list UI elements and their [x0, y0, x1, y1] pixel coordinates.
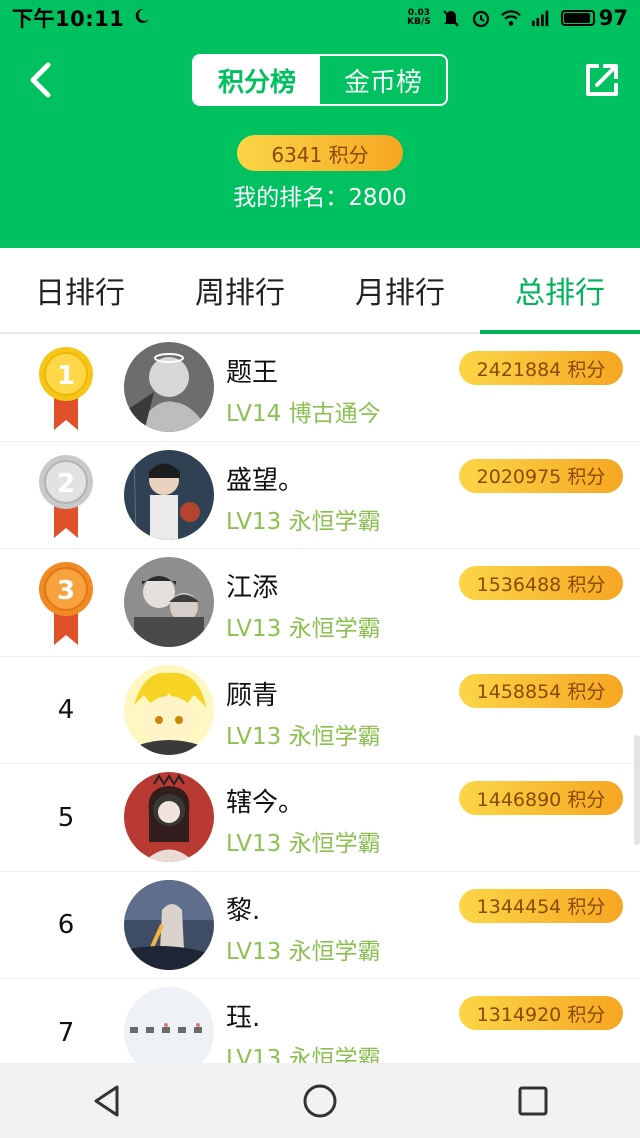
avatar[interactable]: [124, 987, 214, 1063]
medal-rank-text: 2: [57, 469, 75, 499]
system-nav-bar: [0, 1063, 640, 1138]
header: 下午10:11 0.03 KB/S 97 积分榜 金币榜 6341 积分 我的排…: [0, 0, 640, 248]
points-badge: 2020975 积分: [459, 458, 623, 493]
square-recents-icon: [518, 1086, 548, 1115]
avatar[interactable]: [124, 557, 214, 647]
avatar[interactable]: [124, 664, 214, 755]
tab-points-board[interactable]: 积分榜: [194, 56, 320, 104]
signal-icon: [531, 8, 551, 28]
user-name: 盛望。: [226, 465, 305, 496]
user-level: LV13 永恒学霸: [226, 1046, 381, 1063]
rank-number: 6: [57, 910, 75, 940]
triangle-back-icon: [94, 1085, 119, 1116]
medal-rank-text: 1: [57, 361, 75, 391]
points-badge: 1344454 积分: [459, 888, 623, 923]
scroll-indicator[interactable]: [634, 735, 640, 845]
moon-icon: [134, 8, 150, 29]
net-speed: 0.03 KB/S: [407, 9, 431, 27]
user-level: LV13 永恒学霸: [226, 831, 381, 857]
share-icon: [586, 64, 618, 96]
user-name: 顾青: [226, 680, 279, 711]
user-level: LV13 永恒学霸: [226, 508, 381, 535]
user-level: LV13 永恒学霸: [226, 616, 381, 642]
leaderboard-row[interactable]: 1 题王 LV14 博古通今 2421884 积分: [0, 334, 640, 442]
wifi-icon: [500, 8, 521, 28]
leaderboard-row[interactable]: 2 盛望。 LV13 永恒学霸 2020975 积分: [0, 442, 640, 549]
avatar[interactable]: [124, 342, 214, 432]
user-name: 黎.: [226, 895, 261, 926]
medal-rank-text: 3: [57, 576, 75, 606]
back-button[interactable]: [20, 58, 60, 102]
back-arrow-icon: [30, 62, 51, 98]
my-points-badge: 6341 积分: [237, 135, 403, 171]
avatar[interactable]: [124, 879, 214, 970]
leaderboard-row[interactable]: 7 珏. LV13 永恒学霸 1314920 积分: [0, 979, 640, 1063]
battery-level: 97: [598, 6, 628, 30]
rank-number: 5: [57, 802, 75, 833]
status-bar: 下午10:11 0.03 KB/S 97: [0, 0, 640, 36]
nav-back-button[interactable]: [77, 1071, 137, 1131]
mute-icon: [441, 8, 461, 28]
leaderboard-row[interactable]: 3 江添 LV13 永恒学霸 1536488 积分: [0, 549, 640, 657]
points-badge: 2421884 积分: [459, 351, 623, 385]
user-name: 江添: [226, 573, 279, 603]
rank-number: 4: [57, 695, 75, 725]
user-name: 珏.: [226, 1003, 261, 1033]
circle-home-icon: [303, 1084, 337, 1117]
avatar[interactable]: [124, 772, 214, 862]
user-level: LV13 永恒学霸: [226, 723, 381, 750]
points-badge: 1446890 积分: [459, 781, 623, 815]
share-button[interactable]: [580, 58, 624, 102]
user-name: 辖今。: [226, 788, 305, 818]
avatar[interactable]: [124, 449, 214, 540]
leaderboard-row[interactable]: 6 黎. LV13 永恒学霸 1344454 积分: [0, 872, 640, 979]
nav-home-button[interactable]: [290, 1071, 350, 1131]
board-switch: 积分榜 金币榜: [192, 54, 448, 106]
period-tabs: 日排行 周排行 月排行 总排行: [0, 248, 640, 334]
tab-coins-board[interactable]: 金币榜: [320, 56, 446, 104]
leaderboard-row[interactable]: 4 顾青 LV13 永恒学霸 1458854 积分: [0, 657, 640, 764]
alarm-icon: [471, 8, 491, 28]
status-time: 下午10:11: [12, 7, 125, 31]
tab-daily[interactable]: 日排行: [0, 248, 160, 332]
gold-medal-icon: 1: [36, 344, 96, 430]
tab-monthly[interactable]: 月排行: [320, 248, 480, 332]
points-badge: 1314920 积分: [459, 996, 623, 1030]
my-rank: 我的排名：2800: [233, 185, 407, 211]
silver-medal-icon: 2: [36, 452, 96, 538]
tab-weekly[interactable]: 周排行: [160, 248, 320, 332]
nav-recents-button[interactable]: [503, 1071, 563, 1131]
status-icons: 0.03 KB/S 97: [407, 6, 628, 30]
tab-overall[interactable]: 总排行: [480, 248, 640, 334]
points-badge: 1458854 积分: [459, 673, 623, 708]
battery-icon: [560, 10, 595, 26]
leaderboard-row[interactable]: 5 辖今。 LV13 永恒学霸 1446890 积分: [0, 764, 640, 872]
battery-indicator: 97: [560, 6, 628, 30]
user-level: LV13 永恒学霸: [226, 938, 381, 965]
leaderboard-list[interactable]: 1 题王 LV14 博古通今 2421884 积分 2 盛望。 LV13 永恒学…: [0, 334, 640, 1063]
user-name: 题王: [226, 358, 279, 388]
user-level: LV14 博古通今: [226, 401, 381, 427]
points-badge: 1536488 积分: [459, 566, 623, 600]
rank-number: 7: [57, 1017, 75, 1048]
bronze-medal-icon: 3: [36, 559, 96, 645]
net-speed-unit: KB/S: [407, 17, 431, 27]
